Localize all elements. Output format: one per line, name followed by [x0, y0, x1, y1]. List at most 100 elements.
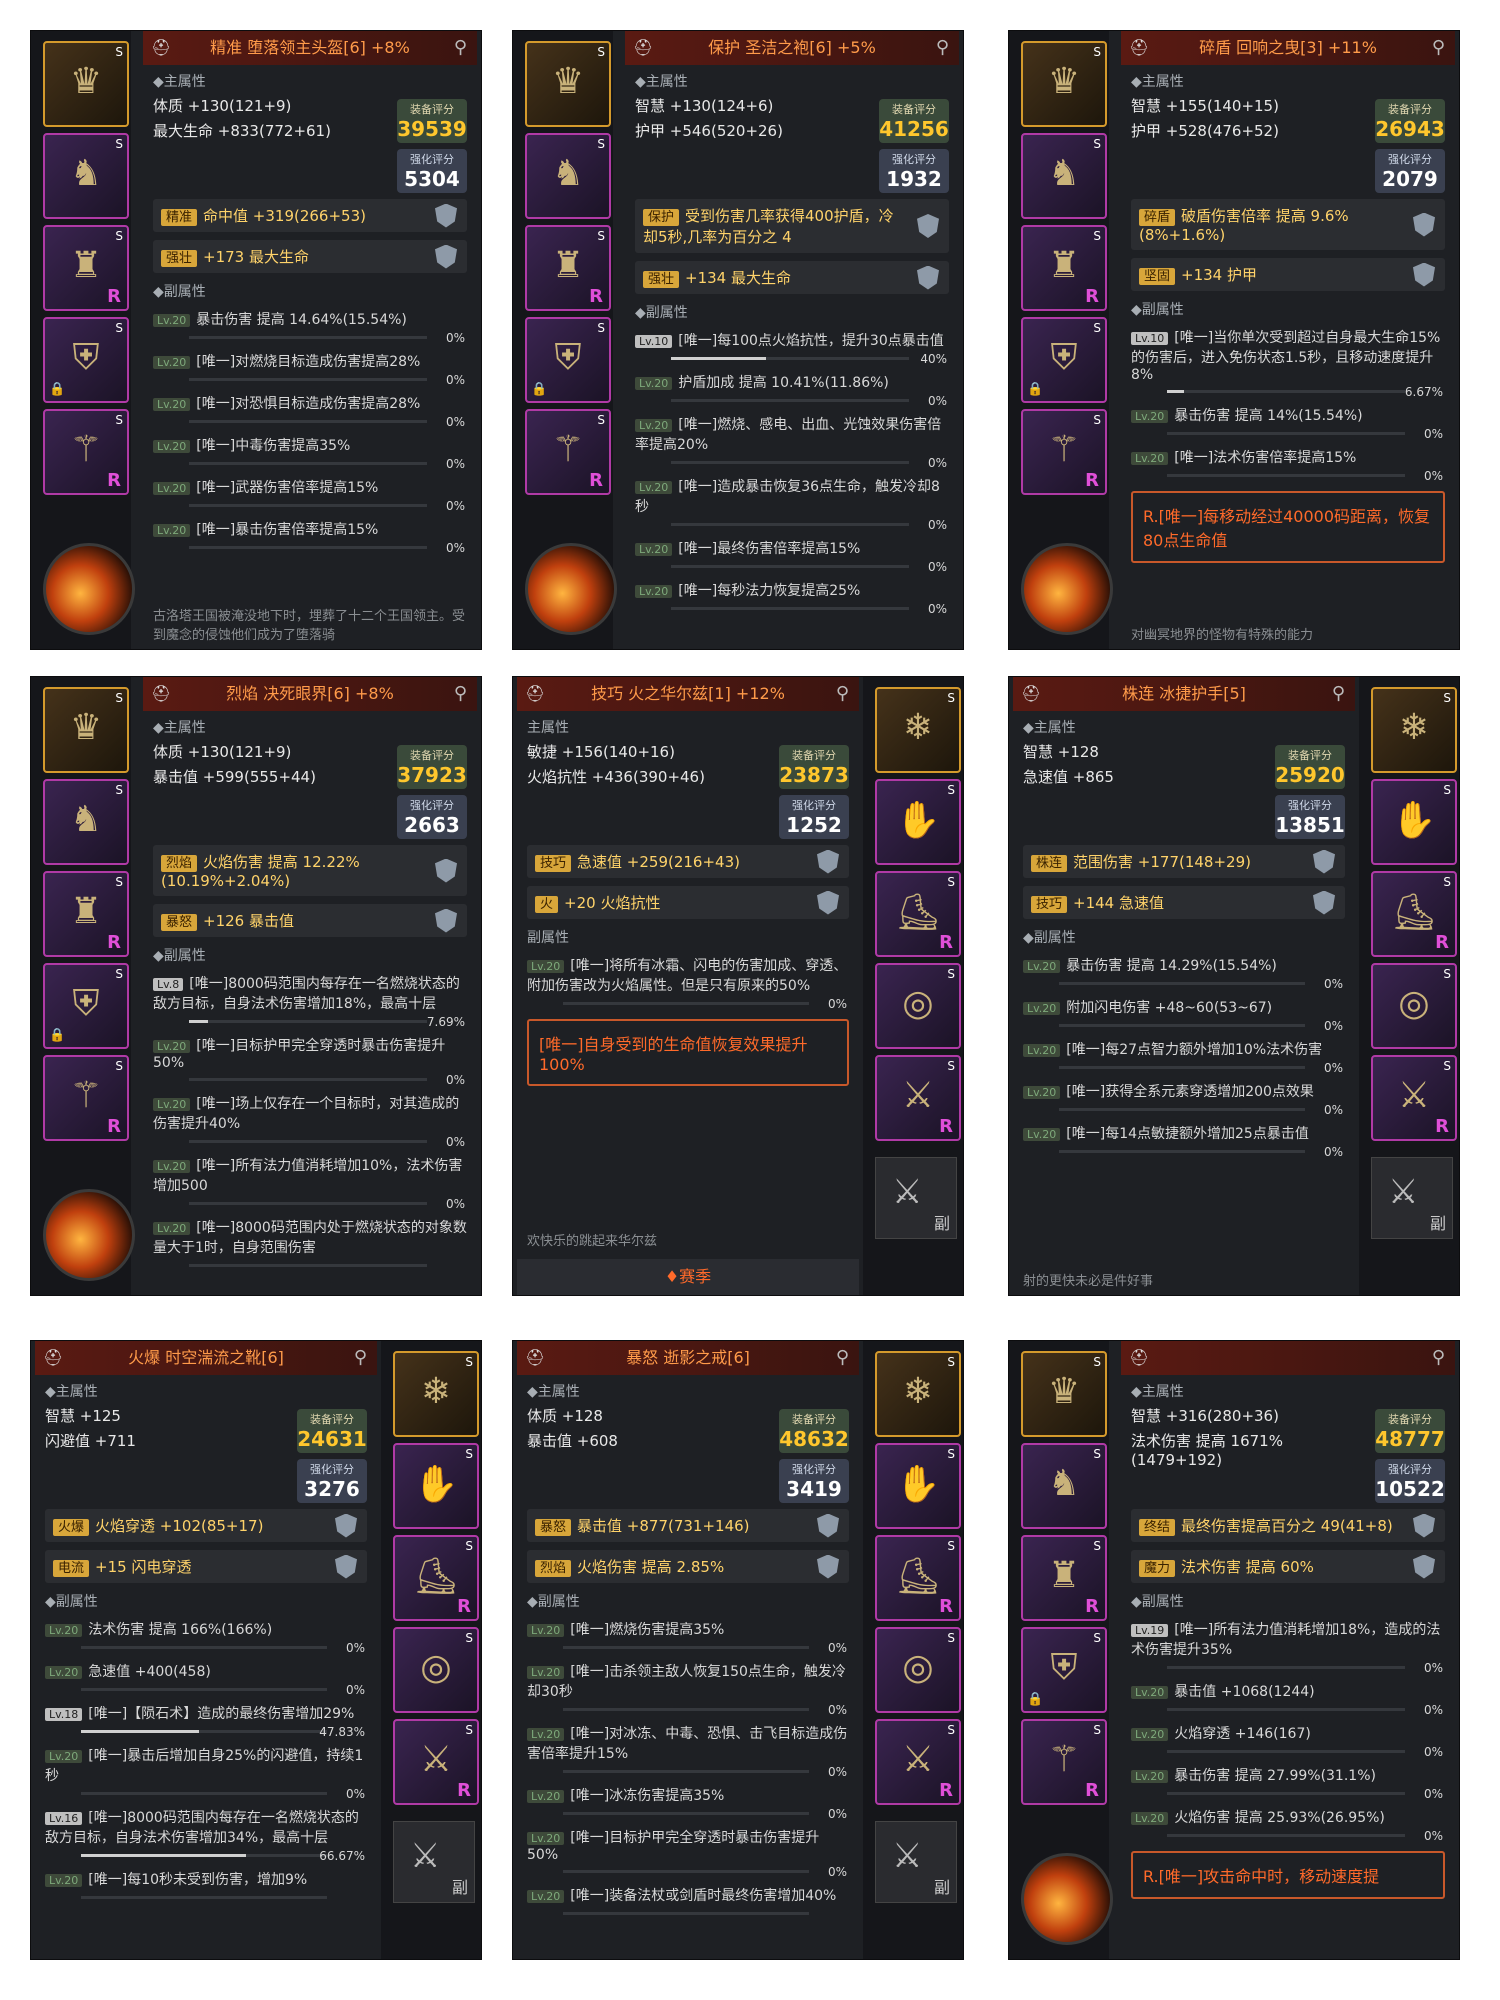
- equipment-slot[interactable]: ♞ S: [1021, 133, 1107, 219]
- search-icon[interactable]: ⚲: [354, 1341, 367, 1375]
- affix-tag: 暴怒: [161, 914, 198, 931]
- equipment-slot[interactable]: ❄ S: [875, 687, 961, 773]
- enhance-score-value: 2663: [404, 813, 460, 837]
- level-badge: Lv.20: [153, 397, 191, 411]
- equipment-slot[interactable]: ⛨ S 🔒: [525, 317, 611, 403]
- equipment-slot[interactable]: ⚚ S R: [525, 409, 611, 495]
- equip-score: 装备评分 41256: [879, 99, 949, 143]
- equipment-slot[interactable]: ⛨ S 🔒: [43, 317, 129, 403]
- equipment-slot[interactable]: ❄ S: [1371, 687, 1457, 773]
- equipment-slot[interactable]: ⚚ S R: [43, 1055, 129, 1141]
- equipment-slot[interactable]: ♞ S: [43, 133, 129, 219]
- sub-attr-row: Lv.16 [唯一]8000码范围内每存在一名燃烧状态的敌方目标，自身法术伤害增加…: [45, 1807, 367, 1863]
- tier-badge: S: [947, 1355, 955, 1369]
- meteor-skill-icon[interactable]: [43, 543, 135, 635]
- equipment-slot[interactable]: ◎ S: [875, 1627, 961, 1713]
- equipment-slot[interactable]: ⚔ S R: [875, 1055, 961, 1141]
- equipment-slot[interactable]: ✋ S: [875, 1443, 961, 1529]
- main-attr-line: 智慧 +130(124+6): [635, 97, 774, 115]
- sub-attr-row: Lv.20 法术伤害 提高 166%(166%) 0%: [45, 1619, 367, 1655]
- equip-score-value: 37923: [397, 763, 467, 787]
- search-icon[interactable]: ⚲: [1432, 1341, 1445, 1375]
- equipment-slot[interactable]: ♜ S R: [1021, 1535, 1107, 1621]
- secondary-weapon-button[interactable]: ⚔ 副: [393, 1821, 475, 1903]
- equipment-slot[interactable]: ✋ S: [875, 779, 961, 865]
- equipment-slot[interactable]: ♛ S: [525, 41, 611, 127]
- tier-badge: S: [1093, 1539, 1101, 1553]
- equipment-slot[interactable]: ◎ S: [1371, 963, 1457, 1049]
- equipment-slot[interactable]: ⛸ S R: [1371, 871, 1457, 957]
- search-icon[interactable]: ⚲: [454, 31, 467, 65]
- search-icon[interactable]: ⚲: [454, 677, 467, 711]
- equipment-slot[interactable]: ♛ S: [1021, 41, 1107, 127]
- equipment-slot[interactable]: ⛸ S R: [393, 1535, 479, 1621]
- item-title-bar: ⛑ 烈焰 决死眼界[6] +8% ⚲: [143, 677, 477, 711]
- shield-icon: [817, 849, 839, 874]
- equipment-slot[interactable]: ✋ S: [1371, 779, 1457, 865]
- equipment-slot[interactable]: ⛨ S 🔒: [1021, 1627, 1107, 1713]
- sub-attr-text: [唯一]造成暴击恢复36点生命，触发冷却8秒: [635, 479, 940, 515]
- secondary-weapon-button[interactable]: ⚔ 副: [1371, 1157, 1453, 1239]
- equipment-slot[interactable]: ♜ S R: [1021, 225, 1107, 311]
- tier-badge: S: [1093, 45, 1101, 59]
- equipment-slot[interactable]: ⚔ S R: [1371, 1055, 1457, 1141]
- search-icon[interactable]: ⚲: [1432, 31, 1445, 65]
- main-attr-line: 智慧 +316(280+36): [1131, 1407, 1279, 1425]
- equipment-slot[interactable]: ♜ S R: [525, 225, 611, 311]
- enhance-score-value: 3419: [786, 1477, 842, 1501]
- meteor-skill-icon[interactable]: [1021, 1853, 1113, 1945]
- equipment-slot[interactable]: ⛨ S 🔒: [43, 963, 129, 1049]
- level-badge: Lv.20: [153, 481, 191, 495]
- progress-fill: [81, 1730, 200, 1733]
- item-icon: ✋: [413, 1464, 459, 1505]
- affix-text: 命中值 +319(266+53): [203, 207, 366, 225]
- equipment-slot[interactable]: ⚔ S R: [875, 1719, 961, 1805]
- search-icon[interactable]: ⚲: [836, 677, 849, 711]
- equipment-slot[interactable]: ⚔ S R: [393, 1719, 479, 1805]
- season-button[interactable]: ♦赛季: [517, 1259, 859, 1295]
- secondary-weapon-button[interactable]: ⚔ 副: [875, 1157, 957, 1239]
- equipment-slot[interactable]: ♞ S: [525, 133, 611, 219]
- equipment-slot[interactable]: ⚚ S R: [43, 409, 129, 495]
- secondary-weapon-button[interactable]: ⚔ 副: [875, 1821, 957, 1903]
- sub-attr-row: Lv.20 [唯一]8000码范围内处于燃烧状态的对象数量大于1时，自身范围伤害: [153, 1217, 467, 1271]
- lock-icon: 🔒: [1027, 1692, 1044, 1707]
- equipment-slot[interactable]: ♛ S: [43, 687, 129, 773]
- search-icon[interactable]: ⚲: [1332, 677, 1345, 711]
- equipment-slot[interactable]: ❄ S: [393, 1351, 479, 1437]
- equipment-slot[interactable]: ⛨ S 🔒: [1021, 317, 1107, 403]
- equipment-slot[interactable]: ⚚ S R: [1021, 409, 1107, 495]
- enhance-score: 强化评分 13851: [1275, 795, 1345, 839]
- search-icon[interactable]: ⚲: [836, 1341, 849, 1375]
- equipment-slot[interactable]: ♜ S R: [43, 225, 129, 311]
- shield-icon: [435, 244, 457, 269]
- item-icon: ❄: [420, 1371, 452, 1412]
- sub-attr-row: Lv.20 [唯一]将所有冰霜、闪电的伤害加成、穿透、附加伤害改为火焰属性。但是只…: [527, 955, 849, 1011]
- sub-attr-row: Lv.20 暴击伤害 提高 14%(15.54%) 0%: [1131, 405, 1445, 441]
- season-affix: R.[唯一]攻击命中时，移动速度提: [1131, 1851, 1445, 1899]
- equipment-slot[interactable]: ⛸ S R: [875, 871, 961, 957]
- meteor-skill-icon[interactable]: [1021, 543, 1113, 635]
- equipment-slot[interactable]: ✋ S: [393, 1443, 479, 1529]
- progress-bar: [189, 546, 427, 549]
- equipment-slot[interactable]: ◎ S: [393, 1627, 479, 1713]
- equipment-slot[interactable]: ♜ S R: [43, 871, 129, 957]
- equipment-slot[interactable]: ◎ S: [875, 963, 961, 1049]
- equipment-slot[interactable]: ♛ S: [43, 41, 129, 127]
- item-type-icon: ⛑: [633, 38, 654, 57]
- equipment-slot[interactable]: ❄ S: [875, 1351, 961, 1437]
- equipment-slot[interactable]: ⚚ S R: [1021, 1719, 1107, 1805]
- rarity-mark: R: [107, 1116, 121, 1137]
- meteor-skill-icon[interactable]: [525, 543, 617, 635]
- equipment-slot[interactable]: ♛ S: [1021, 1351, 1107, 1437]
- equipment-slot[interactable]: ♞ S: [43, 779, 129, 865]
- sub-attr-text: [唯一]暴击伤害倍率提高15%: [196, 522, 379, 538]
- level-badge: Lv.20: [1023, 959, 1061, 973]
- equipment-slot[interactable]: ⛸ S R: [875, 1535, 961, 1621]
- equip-score-label: 装备评分: [792, 749, 836, 762]
- equipment-slot[interactable]: ♞ S: [1021, 1443, 1107, 1529]
- meteor-skill-icon[interactable]: [43, 1189, 135, 1281]
- progress-bar: [563, 1770, 809, 1773]
- search-icon[interactable]: ⚲: [936, 31, 949, 65]
- affix-tag: 强壮: [643, 271, 680, 288]
